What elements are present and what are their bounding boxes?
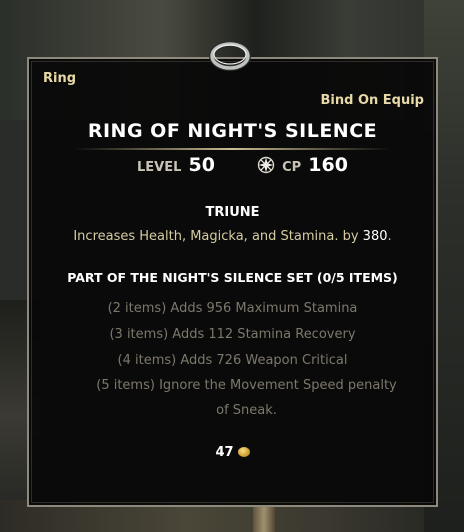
item-price: 47	[29, 445, 436, 460]
price-value: 47	[215, 445, 234, 460]
bind-type-label: Bind On Equip	[320, 93, 425, 108]
set-bonus-3: (3 items) Adds 112 Stamina Recovery	[109, 327, 356, 342]
set-bonus-2: (2 items) Adds 956 Maximum Stamina	[107, 301, 358, 316]
item-stats: LEVEL 50 CP 160	[29, 154, 436, 178]
champion-points-icon	[257, 156, 275, 174]
item-type-label: Ring	[43, 71, 77, 86]
gold-coin-icon	[237, 447, 250, 457]
set-title: PART OF THE NIGHT'S SILENCE SET (0/5 ITE…	[67, 270, 398, 285]
trait-name: TRIUNE	[205, 205, 260, 220]
cp-value: 160	[308, 154, 348, 176]
level-stat: LEVEL 50	[137, 154, 215, 176]
background-scenery	[253, 505, 275, 532]
set-bonus-5: (5 items) Ignore the Movement Speed pena…	[96, 378, 397, 418]
trait-description-end: .	[387, 229, 392, 244]
item-name: RING OF NIGHT'S SILENCE	[87, 120, 378, 142]
level-value: 50	[188, 154, 215, 176]
ring-icon	[209, 41, 251, 71]
title-divider	[74, 148, 391, 150]
set-bonus-4: (4 items) Adds 726 Weapon Critical	[117, 353, 348, 368]
trait-value: 380	[362, 229, 388, 244]
trait-description-text: Increases Health, Magicka, and Stamina. …	[73, 229, 363, 244]
cp-label: CP	[282, 160, 302, 175]
cp-stat: CP 160	[257, 154, 348, 176]
level-label: LEVEL	[137, 160, 182, 175]
item-tooltip: Ring Bind On Equip RING OF NIGHT'S SILEN…	[27, 57, 438, 507]
trait-description: Increases Health, Magicka, and Stamina. …	[29, 229, 436, 244]
